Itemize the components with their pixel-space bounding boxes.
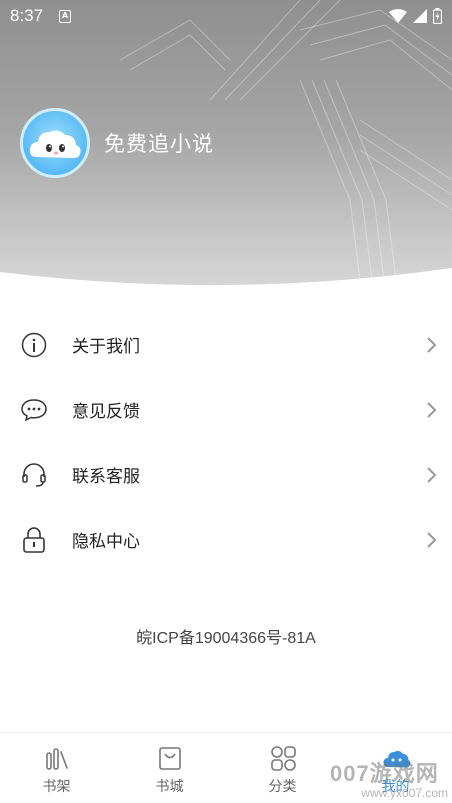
wifi-icon — [389, 9, 407, 23]
battery-icon — [433, 8, 442, 24]
status-bar: 8:37 A — [0, 0, 452, 32]
chat-icon — [20, 396, 48, 424]
info-icon — [20, 331, 48, 359]
tab-label: 分类 — [268, 779, 297, 795]
menu-item-feedback[interactable]: 意见反馈 — [0, 377, 452, 442]
chevron-right-icon — [427, 336, 437, 353]
tab-bookshelf[interactable]: 书架 — [0, 733, 113, 803]
notification-icon: A — [59, 9, 72, 23]
grid-icon — [268, 743, 298, 773]
tab-label: 书城 — [155, 779, 184, 795]
avatar[interactable] — [20, 108, 90, 178]
menu-item-customer-service[interactable]: 联系客服 — [0, 442, 452, 507]
chevron-right-icon — [427, 401, 437, 418]
signal-icon — [413, 9, 427, 23]
tab-mine[interactable]: 我的 — [339, 733, 452, 803]
profile-summary[interactable]: 免费追小说 — [20, 108, 214, 178]
bottom-tab-bar: 书架 书城 分类 我的 — [0, 732, 452, 803]
status-time: 8:37 — [10, 6, 44, 25]
tab-label: 书架 — [42, 779, 71, 795]
menu-label: 联系客服 — [72, 467, 140, 487]
settings-menu: 关于我们 意见反馈 联系客服 隐私中心 — [0, 312, 452, 572]
nickname: 免费追小说 — [104, 132, 214, 156]
menu-label: 意见反馈 — [72, 402, 140, 422]
icp-license: 皖ICP备19004366号-81A — [136, 630, 316, 647]
lock-icon — [20, 526, 48, 554]
tab-categories[interactable]: 分类 — [226, 733, 339, 803]
status-icons — [389, 8, 442, 24]
chevron-right-icon — [427, 531, 437, 548]
headset-icon — [20, 461, 48, 489]
cloud-mascot-icon — [29, 130, 81, 158]
menu-item-privacy[interactable]: 隐私中心 — [0, 507, 452, 572]
menu-item-about[interactable]: 关于我们 — [0, 312, 452, 377]
tab-bookstore[interactable]: 书城 — [113, 733, 226, 803]
menu-label: 关于我们 — [72, 337, 140, 357]
bookshelf-icon — [42, 743, 72, 773]
tab-label: 我的 — [381, 779, 410, 795]
shopping-bag-icon — [155, 743, 185, 773]
cloud-icon — [381, 743, 411, 773]
menu-label: 隐私中心 — [72, 532, 140, 552]
chevron-right-icon — [427, 466, 437, 483]
